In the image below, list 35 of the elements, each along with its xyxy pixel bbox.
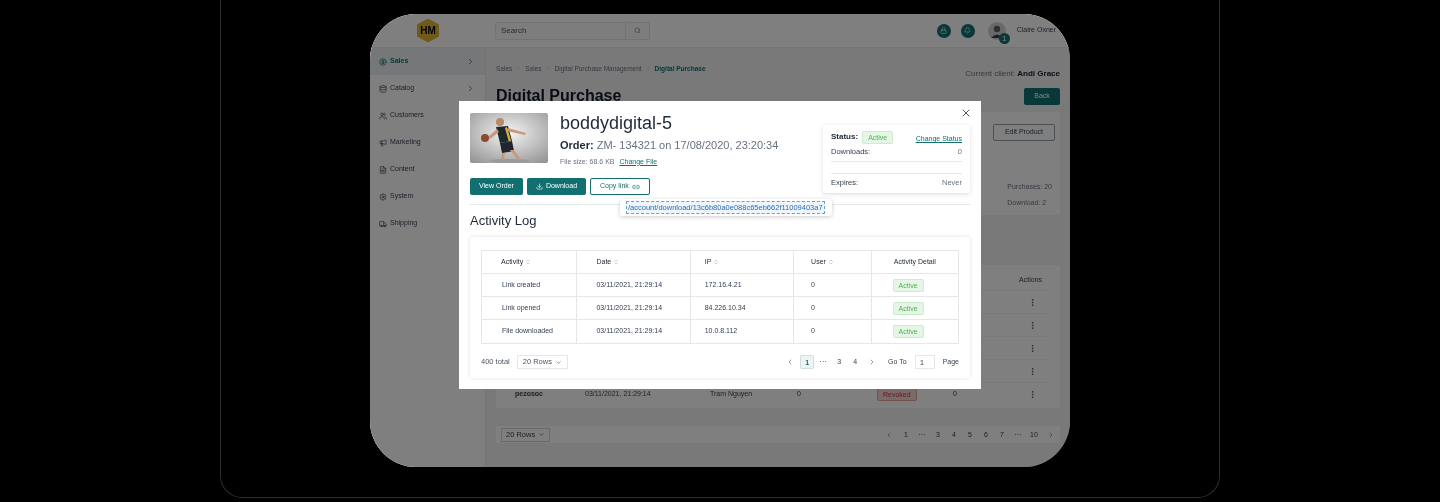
section-title: Activity Log xyxy=(470,213,538,229)
megaphone-icon xyxy=(379,138,387,147)
more-icon[interactable] xyxy=(1028,366,1037,376)
page-input[interactable]: 1 xyxy=(914,355,935,369)
previous-page-icon[interactable] xyxy=(885,430,893,439)
avatar[interactable] xyxy=(987,21,1006,40)
more-icon[interactable] xyxy=(1028,297,1037,307)
link-icon xyxy=(631,182,640,191)
users-icon xyxy=(379,111,387,120)
caret-icon xyxy=(538,431,546,438)
page-title: Digital Purchase xyxy=(496,86,622,106)
dollar-icon xyxy=(379,57,387,66)
caret-icon xyxy=(554,358,562,366)
lock-icon xyxy=(940,27,948,34)
settings-icon xyxy=(379,192,387,201)
next-page-icon[interactable] xyxy=(1047,430,1055,439)
truck-icon xyxy=(379,219,387,228)
product-title: boddydigital-5 xyxy=(560,113,674,133)
download-icon xyxy=(535,183,543,190)
notification-badge: 1 xyxy=(998,32,1010,44)
close-icon[interactable] xyxy=(960,107,972,119)
notification-button[interactable] xyxy=(960,23,975,38)
search-field[interactable]: Search xyxy=(495,21,626,40)
more-icon[interactable] xyxy=(1028,320,1037,330)
search-icon xyxy=(634,27,641,34)
status-label: Status: xyxy=(831,131,859,144)
logo[interactable]: HM xyxy=(417,18,439,43)
more-icon[interactable] xyxy=(1028,389,1037,399)
database-icon xyxy=(379,84,387,93)
lock-button[interactable] xyxy=(936,23,951,38)
order-info: Order: ZM- 134321 on 17/08/2020, 23:20:34 xyxy=(560,138,779,153)
more-icon[interactable] xyxy=(1028,343,1037,353)
document-icon xyxy=(379,165,387,174)
bell-icon xyxy=(964,27,972,34)
current-client: Current client: Andi Grace xyxy=(965,68,1060,80)
